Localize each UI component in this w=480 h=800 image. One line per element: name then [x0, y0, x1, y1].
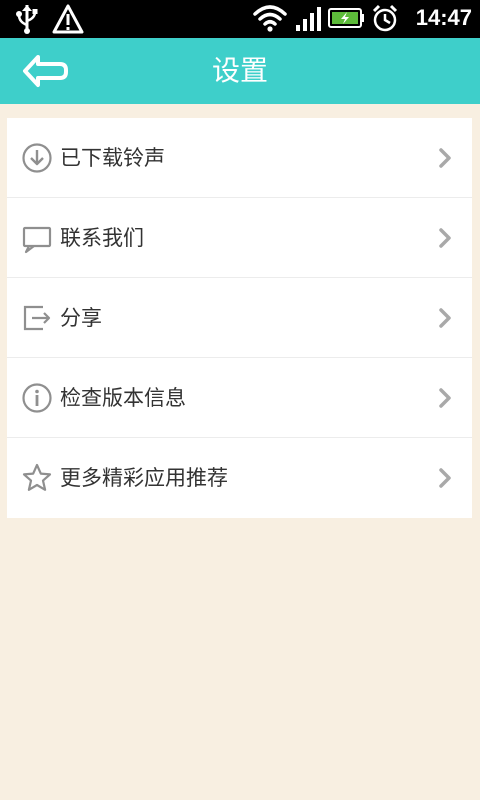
app-header: 设置	[0, 38, 480, 104]
settings-item-label: 检查版本信息	[60, 386, 186, 410]
settings-list: 已下载铃声 联系我们 分享 检查版本信息 更多精彩应用推荐	[7, 118, 472, 518]
chevron-right-icon	[439, 228, 451, 248]
signal-icon	[296, 7, 321, 31]
settings-item-more-apps[interactable]: 更多精彩应用推荐	[7, 438, 472, 518]
settings-item-check-version[interactable]: 检查版本信息	[7, 358, 472, 438]
battery-icon	[328, 8, 364, 28]
settings-item-label: 分享	[60, 306, 102, 330]
page-title: 设置	[211, 54, 268, 87]
chevron-right-icon	[439, 148, 451, 168]
usb-icon	[16, 5, 38, 34]
wifi-icon	[253, 5, 287, 32]
settings-item-label: 已下载铃声	[60, 146, 165, 170]
share-icon	[23, 305, 51, 331]
settings-item-label: 联系我们	[60, 226, 144, 250]
settings-item-downloaded-ringtones[interactable]: 已下载铃声	[7, 118, 472, 198]
status-time: 14:47	[415, 5, 472, 30]
settings-item-label: 更多精彩应用推荐	[60, 466, 228, 490]
chevron-right-icon	[439, 388, 451, 408]
warning-icon	[52, 4, 84, 34]
chevron-right-icon	[439, 308, 451, 328]
settings-item-share[interactable]: 分享	[7, 278, 472, 358]
star-icon	[22, 463, 52, 491]
status-bar: 14:47	[0, 0, 480, 38]
chevron-right-icon	[439, 468, 451, 488]
alarm-icon	[372, 4, 398, 32]
chat-icon	[22, 226, 52, 254]
settings-item-contact-us[interactable]: 联系我们	[7, 198, 472, 278]
info-icon	[22, 383, 52, 413]
download-icon	[22, 143, 52, 173]
